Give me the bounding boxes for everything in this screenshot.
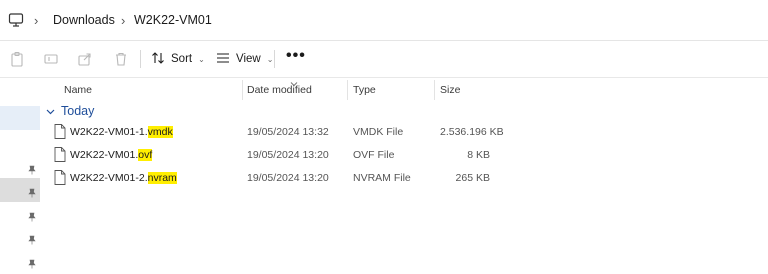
file-extension: vmdk [147, 126, 173, 138]
toolbar-divider [274, 50, 275, 68]
delete-icon[interactable] [113, 51, 129, 67]
chevron-down-icon [46, 104, 55, 118]
file-extension: ovf [138, 149, 153, 161]
file-size: 8 KB [467, 149, 490, 161]
column-separator[interactable] [347, 80, 348, 100]
sort-button[interactable]: Sort ⌄ [151, 51, 205, 67]
file-icon [54, 124, 66, 139]
pin-icon[interactable] [27, 162, 37, 175]
pin-icon[interactable] [27, 185, 37, 198]
view-label: View [236, 53, 261, 65]
nav-item-selected[interactable] [0, 106, 40, 130]
file-name: W2K22-VM01-2.nvram [70, 172, 177, 184]
group-label: Today [61, 104, 95, 118]
file-type: OVF File [353, 149, 395, 161]
pin-icon[interactable] [27, 232, 37, 245]
sort-label: Sort [171, 53, 193, 65]
sort-caret-icon [290, 74, 298, 87]
column-separator[interactable] [242, 80, 243, 100]
command-bar: Sort ⌄ View ⌄ ••• [0, 41, 768, 78]
column-separator[interactable] [434, 80, 435, 100]
file-extension: nvram [147, 172, 177, 184]
file-date: 19/05/2024 13:20 [247, 149, 329, 161]
file-name: W2K22-VM01.ovf [70, 149, 153, 161]
file-type: VMDK File [353, 126, 404, 138]
file-type: NVRAM File [353, 172, 411, 184]
file-size: 2.536.196 KB [440, 126, 504, 138]
file-row[interactable]: W2K22-VM01-2.nvram 19/05/2024 13:20 NVRA… [44, 167, 524, 189]
navigation-pane [0, 78, 40, 269]
pin-icon[interactable] [27, 209, 37, 222]
file-date: 19/05/2024 13:20 [247, 172, 329, 184]
column-header-type[interactable]: Type [353, 84, 376, 96]
sort-icon [151, 51, 165, 68]
paste-icon[interactable] [9, 51, 25, 67]
file-name: W2K22-VM01-1.vmdk [70, 126, 173, 138]
chevron-right-icon[interactable]: › [121, 13, 125, 28]
more-options-button[interactable]: ••• [286, 47, 306, 65]
monitor-icon[interactable] [8, 12, 24, 28]
file-name-base: W2K22-VM01. [70, 149, 139, 161]
file-row[interactable]: W2K22-VM01-1.vmdk 19/05/2024 13:32 VMDK … [44, 121, 524, 143]
view-icon [216, 51, 230, 68]
file-date: 19/05/2024 13:32 [247, 126, 329, 138]
file-name-base: W2K22-VM01-2. [70, 172, 148, 184]
rename-icon[interactable] [43, 51, 59, 67]
toolbar-divider [140, 50, 141, 68]
chevron-down-icon: ⌄ [266, 54, 274, 64]
file-size: 265 KB [455, 172, 490, 184]
chevron-down-icon: ⌄ [198, 54, 205, 64]
column-header-name[interactable]: Name [64, 84, 92, 96]
column-header-size[interactable]: Size [440, 84, 460, 96]
share-icon[interactable] [77, 51, 93, 67]
pin-icon[interactable] [27, 256, 37, 269]
breadcrumb-item-downloads[interactable]: Downloads [53, 13, 115, 27]
address-bar[interactable]: › Downloads › W2K22-VM01 [0, 0, 768, 41]
file-name-base: W2K22-VM01-1. [70, 126, 148, 138]
column-header-date-modified[interactable]: Date modified [247, 84, 312, 96]
chevron-right-icon[interactable]: › [34, 13, 38, 28]
file-icon [54, 170, 66, 185]
breadcrumb-item-current[interactable]: W2K22-VM01 [134, 13, 212, 27]
file-icon [54, 147, 66, 162]
view-button[interactable]: View ⌄ [216, 51, 273, 67]
group-header-today[interactable]: Today [46, 104, 94, 118]
file-row[interactable]: W2K22-VM01.ovf 19/05/2024 13:20 OVF File… [44, 144, 524, 166]
